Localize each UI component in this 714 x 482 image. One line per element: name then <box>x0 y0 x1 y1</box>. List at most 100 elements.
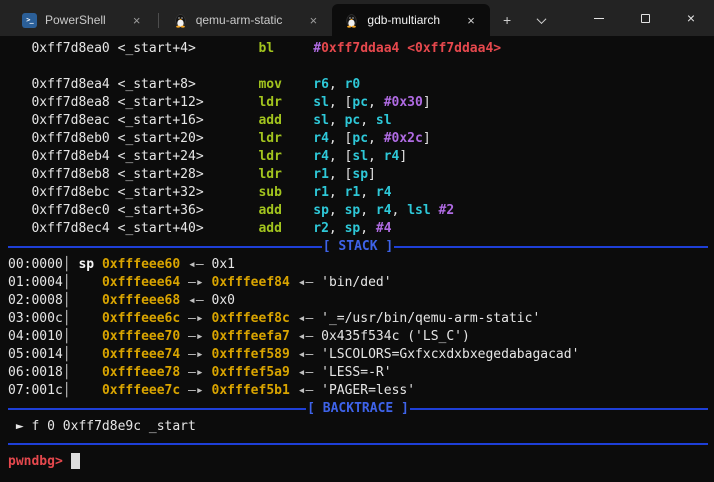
text-segment: add <box>258 203 281 218</box>
text-segment <box>71 275 102 290</box>
text-segment <box>431 203 439 218</box>
text-segment: 'PAGER=less' <box>321 383 415 398</box>
text-segment: r0 <box>345 77 361 92</box>
horizontal-rule <box>8 443 708 445</box>
disasm-line: 0xff7d8eb0 <_start+20> ldr r4, [pc, #0x2… <box>8 130 708 148</box>
tab-label: gdb-multiarch <box>367 13 440 27</box>
terminal-cursor <box>71 453 80 469</box>
text-segment: r1 <box>345 185 361 200</box>
text-segment: sub <box>258 185 281 200</box>
text-segment: pc <box>352 131 368 146</box>
text-segment <box>282 113 313 128</box>
new-tab-button[interactable]: + <box>490 4 524 36</box>
text-segment: , <box>360 221 376 236</box>
backtrace-section-divider: [ BACKTRACE ] <box>8 400 708 418</box>
text-segment <box>282 149 313 164</box>
text-segment: lsl <box>407 203 430 218</box>
text-segment <box>282 131 313 146</box>
text-segment: , <box>360 113 376 128</box>
text-segment: r2 <box>313 221 329 236</box>
chevron-down-icon <box>536 14 546 24</box>
text-segment: r1 <box>313 167 329 182</box>
text-segment: 07:001c <box>8 383 63 398</box>
disasm-line: 0xff7d8eb4 <_start+24> ldr r4, [sl, r4] <box>8 148 708 166</box>
text-segment: sl <box>352 149 368 164</box>
text-segment: 04:0010 <box>8 329 63 344</box>
text-segment: │ <box>63 347 71 362</box>
text-segment: ◂— <box>180 257 211 272</box>
text-segment: add <box>258 221 281 236</box>
tab-close-icon[interactable]: × <box>128 11 146 29</box>
text-segment: 0xfffeee68 <box>102 293 180 308</box>
text-segment <box>71 365 102 380</box>
text-segment: 06:0018 <box>8 365 63 380</box>
maximize-button[interactable] <box>622 0 668 36</box>
stack-row: 07:001c│ 0xfffeee7c —▸ 0xfffef5b1 ◂— 'PA… <box>8 382 708 400</box>
text-segment: —▸ <box>180 365 211 380</box>
tab-close-icon[interactable]: × <box>462 11 480 29</box>
stack-row: 00:0000│ sp 0xfffeee60 ◂— 0x1 <box>8 256 708 274</box>
text-segment: ► f 0 0xff7d8e9c _start <box>8 419 196 434</box>
text-segment: 0xff7d8ec0 <_start+36> <box>8 203 258 218</box>
close-window-button[interactable]: × <box>668 0 714 36</box>
text-segment: sl <box>313 113 329 128</box>
terminal-body[interactable]: 0xff7d8ea0 <_start+4> bl #0xff7ddaa4 <0x… <box>0 36 714 482</box>
tab-dropdown-button[interactable] <box>524 4 558 36</box>
tab-powershell[interactable]: >_ PowerShell × <box>10 4 156 36</box>
text-segment: pwndbg> <box>8 454 71 469</box>
text-segment <box>282 77 313 92</box>
text-segment: ◂— <box>180 293 211 308</box>
text-segment <box>71 311 102 326</box>
powershell-icon: >_ <box>22 13 37 28</box>
text-segment: sp <box>345 221 361 236</box>
stack-row: 02:0008│ 0xfffeee68 ◂— 0x0 <box>8 292 708 310</box>
disasm-line: 0xff7d8eac <_start+16> add sl, pc, sl <box>8 112 708 130</box>
stack-row: 04:0010│ 0xfffeee70 —▸ 0xfffeefa7 ◂— 0x4… <box>8 328 708 346</box>
text-segment <box>71 293 102 308</box>
section-label: [ BACKTRACE ] <box>306 400 410 418</box>
text-segment: bl <box>258 41 274 56</box>
text-segment: ◂— <box>290 329 321 344</box>
blank-line <box>8 58 708 76</box>
minimize-icon <box>594 18 604 19</box>
text-segment: 0x1 <box>212 257 235 272</box>
disasm-line: 0xff7d8ec0 <_start+36> add sp, sp, r4, l… <box>8 202 708 220</box>
minimize-button[interactable] <box>576 0 622 36</box>
text-segment: ldr <box>258 167 281 182</box>
text-segment: ldr <box>258 95 281 110</box>
text-segment: 0x0 <box>212 293 235 308</box>
text-segment: , <box>329 113 345 128</box>
text-segment: pc <box>345 113 361 128</box>
text-segment: ◂— <box>290 347 321 362</box>
text-segment: │ <box>63 275 71 290</box>
text-segment: 05:0014 <box>8 347 63 362</box>
text-segment: —▸ <box>180 347 211 362</box>
text-segment: 0xfffef5b1 <box>212 383 290 398</box>
text-segment: │ <box>63 329 71 344</box>
tab-qemu-arm-static[interactable]: qemu-arm-static × <box>161 4 333 36</box>
text-segment: 0xfffeee60 <box>102 257 180 272</box>
text-segment: , <box>329 77 345 92</box>
tab-gdb-multiarch[interactable]: gdb-multiarch × <box>332 4 490 36</box>
stack-row: 06:0018│ 0xfffeee78 —▸ 0xfffef5a9 ◂— 'LE… <box>8 364 708 382</box>
text-segment: #4 <box>376 221 392 236</box>
disasm-line: 0xff7d8ea0 <_start+4> bl #0xff7ddaa4 <0x… <box>8 40 708 58</box>
text-segment: 0xfffeef84 <box>212 275 290 290</box>
text-segment: sl <box>313 95 329 110</box>
text-segment: ] <box>368 167 376 182</box>
text-segment: ◂— <box>290 383 321 398</box>
section-label: [ STACK ] <box>322 238 394 256</box>
text-segment: 0xff7d8eb0 <_start+20> <box>8 131 258 146</box>
text-segment: 0xfffef5a9 <box>212 365 290 380</box>
text-segment: 'bin/ded' <box>321 275 391 290</box>
text-segment: 0x435f534c ('LS_C') <box>321 329 470 344</box>
text-segment: 0xfffeefa7 <box>212 329 290 344</box>
section-rule-left <box>8 408 306 410</box>
text-segment: 0xfffef589 <box>212 347 290 362</box>
text-segment: , <box>368 131 384 146</box>
text-segment: 00:0000 <box>8 257 63 272</box>
text-segment <box>282 185 313 200</box>
text-segment <box>282 221 313 236</box>
text-segment: #0x30 <box>384 95 423 110</box>
tab-close-icon[interactable]: × <box>304 11 322 29</box>
